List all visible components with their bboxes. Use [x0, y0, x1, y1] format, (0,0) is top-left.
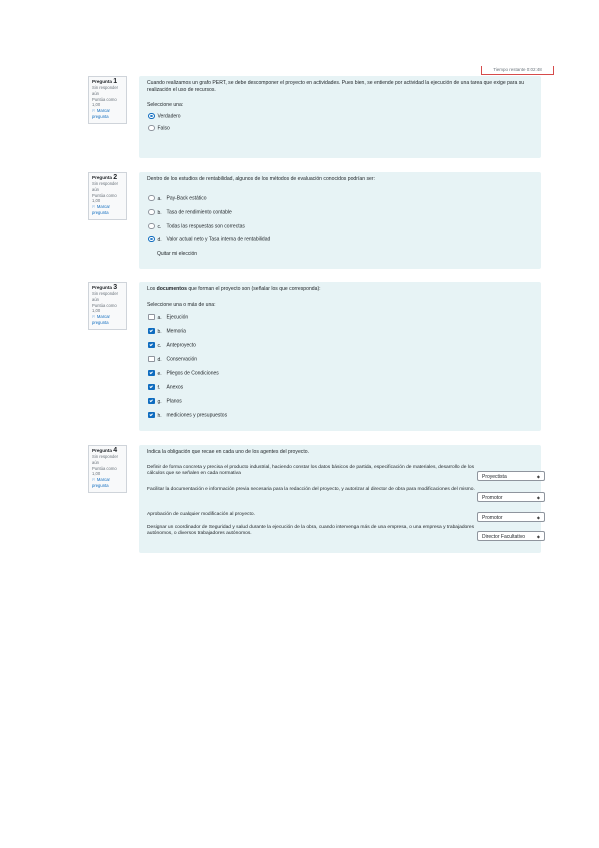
question-status: Sin responder aún	[92, 291, 119, 302]
question-score: Puntúa como 1,00	[92, 302, 117, 314]
checkbox[interactable]	[148, 341, 155, 348]
question-status: Sin responder aún	[92, 85, 119, 96]
question-info: Pregunta 4 Sin responder aún Puntúa como…	[88, 445, 127, 494]
chevron-updown-icon: ◆	[536, 534, 540, 539]
answer-option[interactable]: a. Pay-Back estático	[148, 194, 207, 202]
checkbox[interactable]	[148, 397, 155, 404]
checkbox[interactable]	[148, 355, 155, 362]
clear-choice-link[interactable]: Quitar mi elección	[157, 251, 197, 257]
radio-button[interactable]	[148, 194, 155, 201]
question-score: Puntúa como 1,00	[92, 465, 117, 477]
answer-option[interactable]: e. Pliegos de Condiciones	[148, 369, 219, 377]
question-prefix: Pregunta	[92, 175, 112, 180]
match-row-text: Definir de forma concreta y precisa el p…	[147, 465, 475, 477]
chevron-updown-icon: ◆	[536, 515, 540, 520]
answer-option[interactable]: b. Memoria	[148, 327, 186, 335]
question-info: Pregunta 3 Sin responder aún Puntúa como…	[88, 282, 127, 331]
question-status: Sin responder aún	[92, 454, 119, 465]
radio-button[interactable]	[148, 235, 155, 242]
answer-option[interactable]: d. Conservación	[148, 355, 197, 363]
agent-select[interactable]: Promotor ◆	[477, 512, 545, 522]
question-number: 4	[113, 447, 118, 454]
checkbox[interactable]	[148, 411, 155, 418]
question-prefix: Pregunta	[92, 79, 112, 84]
answer-option[interactable]: Verdadero	[148, 112, 181, 120]
chevron-updown-icon: ◆	[536, 495, 540, 500]
answer-option[interactable]: h. mediciones y presupuestos	[148, 411, 227, 419]
answer-option[interactable]: d. Valor actual neto y Tasa interna de re…	[148, 235, 270, 243]
question-text: Los documentos que forman el proyecto so…	[147, 286, 321, 292]
question-content: Indica la obligación que recae en cada u…	[139, 445, 545, 553]
match-row-text: Designar un coordinador de Seguridad y s…	[147, 525, 475, 537]
flag-question-link[interactable]: ⚐ Marcar pregunta	[92, 108, 123, 119]
answer-option[interactable]: g. Planos	[148, 397, 182, 405]
radio-button[interactable]	[148, 222, 155, 229]
flag-question-link[interactable]: ⚐ Marcar pregunta	[92, 477, 123, 488]
question-prompt: Seleccione una o más de una:	[147, 302, 216, 308]
answer-option[interactable]: c. Anteproyecto	[148, 341, 196, 349]
agent-select[interactable]: Promotor ◆	[477, 492, 545, 502]
checkbox[interactable]	[148, 369, 155, 376]
match-row-text: Aprobación de cualquier modificación al …	[147, 512, 255, 517]
question-content: Cuando realizamos un grafo PERT, se debe…	[139, 76, 541, 158]
question-info: Pregunta 2 Sin responder aún Puntúa como…	[88, 172, 127, 221]
answer-option[interactable]: b. Tasa de rendimiento contable	[148, 208, 232, 216]
checkbox[interactable]	[148, 313, 155, 320]
question-status: Sin responder aún	[92, 181, 119, 192]
question-score: Puntúa como 1,00	[92, 192, 117, 204]
flag-question-link[interactable]: ⚐ Marcar pregunta	[92, 204, 123, 215]
question-number: 2	[113, 174, 118, 181]
chevron-updown-icon: ◆	[536, 474, 540, 479]
checkbox[interactable]	[148, 327, 155, 334]
radio-button[interactable]	[148, 208, 155, 215]
answer-option[interactable]: Falso	[148, 124, 170, 132]
answer-option[interactable]: c. Todas las respuestas son correctas	[148, 222, 245, 230]
radio-button[interactable]	[148, 124, 155, 131]
question-content: Dentro de los estudios de rentabilidad, …	[139, 172, 541, 269]
match-row-text: Facilitar la documentación e información…	[147, 487, 475, 492]
flag-question-link[interactable]: ⚐ Marcar pregunta	[92, 314, 123, 325]
timer-tab: Tiempo restante 0:02:48	[481, 66, 554, 75]
question-text: Indica la obligación que recae en cada u…	[147, 449, 309, 455]
question-prefix: Pregunta	[92, 448, 112, 453]
radio-button[interactable]	[148, 112, 155, 119]
question-text: Dentro de los estudios de rentabilidad, …	[147, 176, 375, 182]
question-info: Pregunta 1 Sin responder aún Puntúa como…	[88, 76, 127, 125]
question-number: 3	[113, 284, 118, 291]
question-number: 1	[113, 78, 118, 85]
question-content: Los documentos que forman el proyecto so…	[139, 282, 541, 431]
question-prompt: Seleccione una:	[147, 102, 184, 108]
question-score: Puntúa como 1,00	[92, 96, 117, 108]
agent-select[interactable]: Director Facultativo ◆	[477, 531, 545, 541]
checkbox[interactable]	[148, 383, 155, 390]
question-prefix: Pregunta	[92, 285, 112, 290]
answer-option[interactable]: f. Anexos	[148, 383, 183, 391]
agent-select[interactable]: Proyectista ◆	[477, 471, 545, 481]
answer-option[interactable]: a. Ejecución	[148, 313, 188, 321]
question-text: Cuando realizamos un grafo PERT, se debe…	[147, 80, 525, 93]
